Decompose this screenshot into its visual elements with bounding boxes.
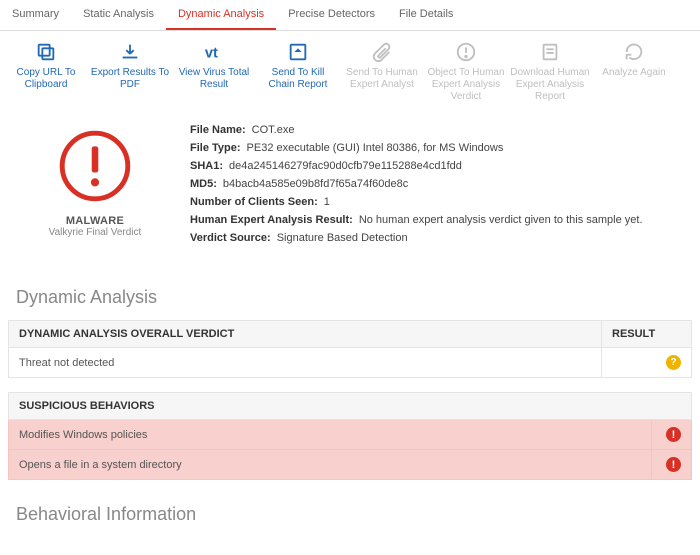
table-row: Threat not detected ? xyxy=(9,348,692,378)
overall-verdict-header: DYNAMIC ANALYSIS OVERALL VERDICT xyxy=(9,321,602,348)
table-row: Opens a file in a system directory ! xyxy=(9,450,692,480)
copy-icon xyxy=(35,41,57,63)
meta-md5: MD5:b4bacb4a585e09b8fd7f65a74f60de8c xyxy=(190,175,680,193)
virustotal-button[interactable]: vt View Virus Total Result xyxy=(174,41,254,103)
suspicious-result: ! xyxy=(652,450,692,480)
attach-icon xyxy=(371,41,393,63)
behavioral-information-title: Behavioral Information xyxy=(0,494,700,537)
vt-icon: vt xyxy=(203,41,225,63)
tool-label: Send To Kill Chain Report xyxy=(258,67,338,91)
report-icon xyxy=(539,41,561,63)
dynamic-analysis-title: Dynamic Analysis xyxy=(0,277,700,320)
alert-icon: ! xyxy=(666,427,681,442)
kill-chain-button[interactable]: Send To Kill Chain Report xyxy=(258,41,338,103)
suspicious-behaviors-header: SUSPICIOUS BEHAVIORS xyxy=(9,393,692,420)
verdict-column: MALWARE Valkyrie Final Verdict xyxy=(30,121,160,247)
tab-summary[interactable]: Summary xyxy=(0,0,71,30)
alert-icon: ! xyxy=(666,457,681,472)
file-info-block: MALWARE Valkyrie Final Verdict File Name… xyxy=(0,113,700,277)
suspicious-behavior: Opens a file in a system directory xyxy=(9,450,652,480)
overall-verdict-result: ? xyxy=(602,348,692,378)
svg-text:vt: vt xyxy=(205,46,218,62)
tab-file-details[interactable]: File Details xyxy=(387,0,465,30)
file-meta: File Name:COT.exe File Type:PE32 executa… xyxy=(190,121,680,247)
export-pdf-button[interactable]: Export Results To PDF xyxy=(90,41,170,103)
send-icon xyxy=(287,41,309,63)
meta-sha1: SHA1:de4a245146279fac90d0cfb79e115288e4c… xyxy=(190,157,680,175)
meta-clients: Number of Clients Seen:1 xyxy=(190,193,680,211)
refresh-icon xyxy=(623,41,645,63)
suspicious-result: ! xyxy=(652,420,692,450)
toolbar: Copy URL To Clipboard Export Results To … xyxy=(0,31,700,113)
table-row: Modifies Windows policies ! xyxy=(9,420,692,450)
tool-label: Send To Human Expert Analyst xyxy=(342,67,422,91)
tab-static-analysis[interactable]: Static Analysis xyxy=(71,0,166,30)
meta-file-type: File Type:PE32 executable (GUI) Intel 80… xyxy=(190,139,680,157)
tool-label: Analyze Again xyxy=(602,67,665,79)
meta-file-name: File Name:COT.exe xyxy=(190,121,680,139)
overall-verdict-value: Threat not detected xyxy=(9,348,602,378)
malware-icon xyxy=(54,125,136,207)
tool-label: Export Results To PDF xyxy=(90,67,170,91)
send-human-button: Send To Human Expert Analyst xyxy=(342,41,422,103)
meta-hear: Human Expert Analysis Result:No human ex… xyxy=(190,211,680,229)
result-header: RESULT xyxy=(602,321,692,348)
object-verdict-button: Object To Human Expert Analysis Verdict xyxy=(426,41,506,103)
analyze-again-button: Analyze Again xyxy=(594,41,674,103)
tab-dynamic-analysis[interactable]: Dynamic Analysis xyxy=(166,0,276,30)
overall-verdict-table: DYNAMIC ANALYSIS OVERALL VERDICT RESULT … xyxy=(8,320,692,378)
tab-precise-detectors[interactable]: Precise Detectors xyxy=(276,0,387,30)
verdict-name: MALWARE xyxy=(66,215,124,227)
tool-label: Download Human Expert Analysis Report xyxy=(510,67,590,103)
tabs: Summary Static Analysis Dynamic Analysis… xyxy=(0,0,700,31)
tool-label: Copy URL To Clipboard xyxy=(6,67,86,91)
meta-source: Verdict Source:Signature Based Detection xyxy=(190,229,680,247)
alert-icon xyxy=(455,41,477,63)
tool-label: Object To Human Expert Analysis Verdict xyxy=(426,67,506,103)
tool-label: View Virus Total Result xyxy=(174,67,254,91)
question-icon: ? xyxy=(666,355,681,370)
verdict-subtitle: Valkyrie Final Verdict xyxy=(49,227,142,238)
download-report-button: Download Human Expert Analysis Report xyxy=(510,41,590,103)
suspicious-behavior: Modifies Windows policies xyxy=(9,420,652,450)
copy-url-button[interactable]: Copy URL To Clipboard xyxy=(6,41,86,103)
suspicious-behaviors-table: SUSPICIOUS BEHAVIORS Modifies Windows po… xyxy=(8,392,692,480)
download-icon xyxy=(119,41,141,63)
